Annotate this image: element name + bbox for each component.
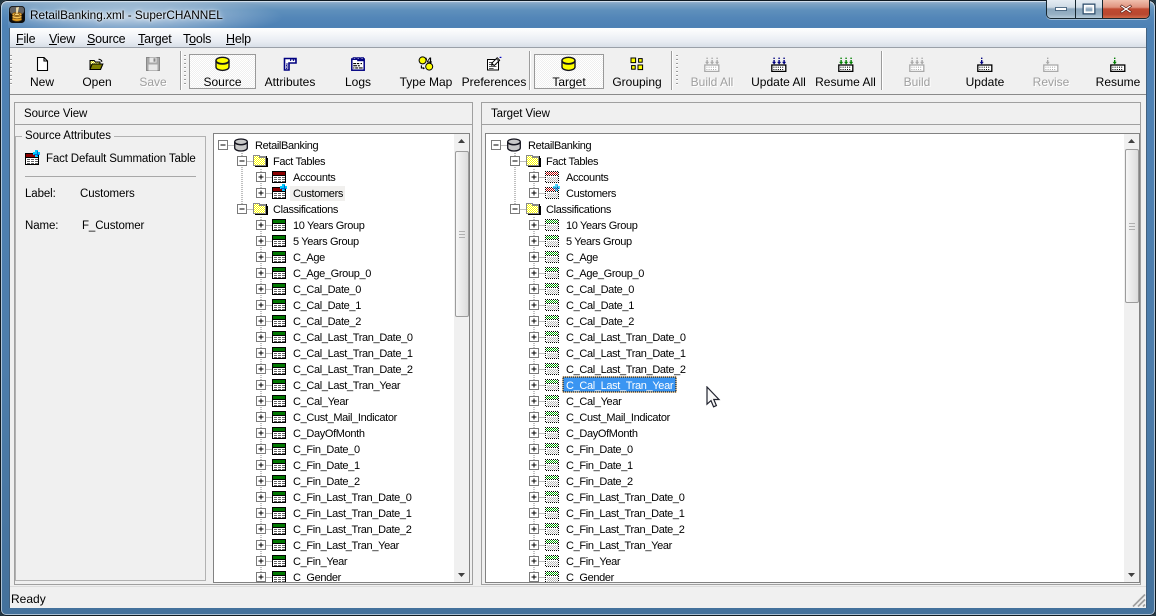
- svg-text:C_Fin_Date_2: C_Fin_Date_2: [566, 476, 633, 488]
- svg-text:C_Gender: C_Gender: [293, 572, 342, 582]
- svg-text:C_Cal_Last_Tran_Date_2: C_Cal_Last_Tran_Date_2: [293, 364, 413, 376]
- svg-text:C_Fin_Date_1: C_Fin_Date_1: [293, 460, 360, 472]
- svg-text:C_DayOfMonth: C_DayOfMonth: [293, 428, 365, 440]
- svg-text:C_Cal_Last_Tran_Year: C_Cal_Last_Tran_Year: [293, 380, 401, 392]
- svg-text:C_Age_Group_0: C_Age_Group_0: [293, 268, 371, 280]
- svg-text:C_Cal_Date_0: C_Cal_Date_0: [293, 284, 361, 296]
- svg-text:C_Cal_Date_1: C_Cal_Date_1: [293, 300, 361, 312]
- svg-text:C_Cal_Date_0: C_Cal_Date_0: [566, 284, 634, 296]
- svg-text:C_Cal_Last_Tran_Year: C_Cal_Last_Tran_Year: [566, 380, 674, 392]
- svg-text:C_Fin_Last_Tran_Date_1: C_Fin_Last_Tran_Date_1: [293, 508, 412, 520]
- svg-text:Customers: Customers: [566, 188, 617, 200]
- svg-text:C_Cal_Year: C_Cal_Year: [566, 396, 622, 408]
- svg-text:C_Fin_Year: C_Fin_Year: [293, 556, 348, 568]
- svg-text:C_Cal_Last_Tran_Date_1: C_Cal_Last_Tran_Date_1: [293, 348, 413, 360]
- svg-text:C_Cal_Date_2: C_Cal_Date_2: [293, 316, 361, 328]
- svg-text:Accounts: Accounts: [293, 172, 336, 184]
- svg-text:C_Fin_Last_Tran_Date_2: C_Fin_Last_Tran_Date_2: [293, 524, 412, 536]
- svg-text:RetailBanking: RetailBanking: [255, 140, 319, 152]
- svg-text:C_Fin_Date_0: C_Fin_Date_0: [566, 444, 633, 456]
- svg-text:C_Cal_Year: C_Cal_Year: [293, 396, 349, 408]
- svg-text:C_Cal_Last_Tran_Date_1: C_Cal_Last_Tran_Date_1: [566, 348, 686, 360]
- svg-text:C_Gender: C_Gender: [566, 572, 615, 582]
- svg-text:C_Fin_Date_0: C_Fin_Date_0: [293, 444, 360, 456]
- svg-text:C_Cust_Mail_Indicator: C_Cust_Mail_Indicator: [566, 412, 671, 424]
- svg-text:Customers: Customers: [293, 188, 344, 200]
- svg-text:C_Cal_Date_1: C_Cal_Date_1: [566, 300, 634, 312]
- svg-text:Classifications: Classifications: [273, 204, 339, 216]
- svg-text:C_Fin_Date_2: C_Fin_Date_2: [293, 476, 360, 488]
- svg-text:5 Years Group: 5 Years Group: [566, 236, 632, 248]
- svg-text:Fact Tables: Fact Tables: [273, 156, 326, 168]
- svg-text:Accounts: Accounts: [566, 172, 609, 184]
- svg-text:C_Fin_Last_Tran_Year: C_Fin_Last_Tran_Year: [566, 540, 673, 552]
- svg-text:5 Years Group: 5 Years Group: [293, 236, 359, 248]
- svg-text:C_Fin_Last_Tran_Date_0: C_Fin_Last_Tran_Date_0: [293, 492, 412, 504]
- svg-text:C_Fin_Last_Tran_Date_2: C_Fin_Last_Tran_Date_2: [566, 524, 685, 536]
- svg-text:C_Cal_Date_2: C_Cal_Date_2: [566, 316, 634, 328]
- svg-text:Classifications: Classifications: [546, 204, 612, 216]
- svg-text:C_Age_Group_0: C_Age_Group_0: [566, 268, 644, 280]
- svg-text:C_Age: C_Age: [566, 252, 598, 264]
- svg-text:C_DayOfMonth: C_DayOfMonth: [566, 428, 638, 440]
- svg-text:C_Cal_Last_Tran_Date_2: C_Cal_Last_Tran_Date_2: [566, 364, 686, 376]
- svg-text:C_Cal_Last_Tran_Date_0: C_Cal_Last_Tran_Date_0: [566, 332, 686, 344]
- svg-text:C_Fin_Date_1: C_Fin_Date_1: [566, 460, 633, 472]
- svg-text:C_Cust_Mail_Indicator: C_Cust_Mail_Indicator: [293, 412, 398, 424]
- svg-text:10 Years Group: 10 Years Group: [566, 220, 638, 232]
- svg-text:C_Fin_Last_Tran_Date_0: C_Fin_Last_Tran_Date_0: [566, 492, 685, 504]
- svg-text:10 Years Group: 10 Years Group: [293, 220, 365, 232]
- svg-text:C_Fin_Last_Tran_Year: C_Fin_Last_Tran_Year: [293, 540, 400, 552]
- svg-text:C_Fin_Last_Tran_Date_1: C_Fin_Last_Tran_Date_1: [566, 508, 685, 520]
- svg-text:Fact Tables: Fact Tables: [546, 156, 599, 168]
- svg-text:RetailBanking: RetailBanking: [528, 140, 592, 152]
- svg-text:C_Cal_Last_Tran_Date_0: C_Cal_Last_Tran_Date_0: [293, 332, 413, 344]
- svg-text:C_Fin_Year: C_Fin_Year: [566, 556, 621, 568]
- svg-text:C_Age: C_Age: [293, 252, 325, 264]
